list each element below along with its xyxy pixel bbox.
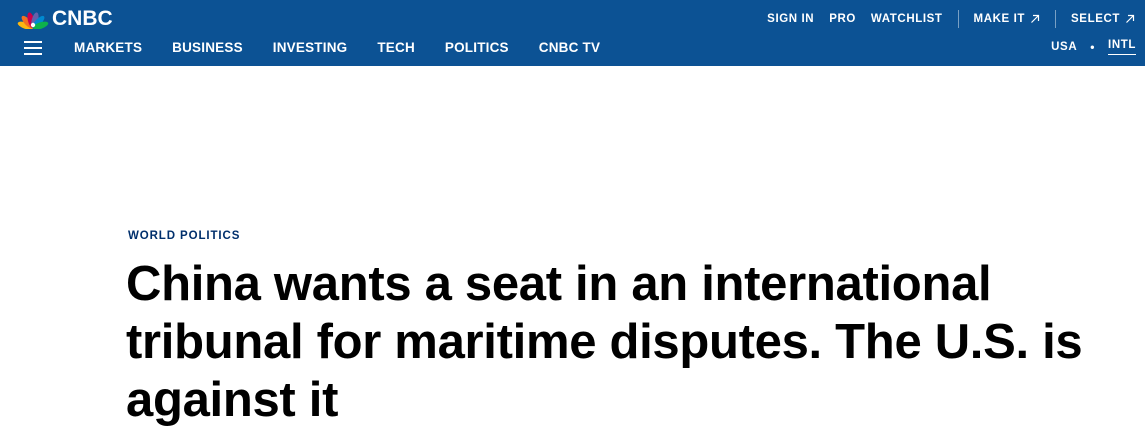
divider xyxy=(1055,10,1057,28)
region-intl[interactable]: INTL xyxy=(1108,39,1136,55)
nav-item-business[interactable]: BUSINESS xyxy=(172,40,243,55)
hamburger-menu-icon[interactable] xyxy=(24,41,42,55)
arrow-up-right-icon xyxy=(1031,14,1040,23)
main-nav: MARKETS BUSINESS INVESTING TECH POLITICS… xyxy=(74,40,630,55)
nav-item-politics[interactable]: POLITICS xyxy=(445,40,509,55)
logo-wordmark: CNBC xyxy=(52,7,113,30)
site-header: CNBC MARKETS BUSINESS INVESTING TECH POL… xyxy=(0,0,1145,66)
region-switcher: USA • INTL xyxy=(1051,39,1136,55)
region-usa[interactable]: USA xyxy=(1051,41,1077,53)
sign-in-link[interactable]: SIGN IN xyxy=(767,13,814,25)
watchlist-link[interactable]: WATCHLIST xyxy=(871,13,943,25)
region-separator: • xyxy=(1090,40,1096,54)
article-kicker[interactable]: WORLD POLITICS xyxy=(128,230,240,242)
nav-item-investing[interactable]: INVESTING xyxy=(273,40,348,55)
article-header: WORLD POLITICS China wants a seat in an … xyxy=(0,66,1145,427)
peacock-logo-icon xyxy=(17,12,49,29)
top-utility-links: SIGN IN PRO WATCHLIST MAKE IT SELECT xyxy=(767,10,1135,28)
make-it-label: MAKE IT xyxy=(973,13,1026,25)
select-link[interactable]: SELECT xyxy=(1071,13,1135,25)
arrow-up-right-icon xyxy=(1126,14,1135,23)
nav-item-markets[interactable]: MARKETS xyxy=(74,40,142,55)
pro-link[interactable]: PRO xyxy=(829,13,856,25)
divider xyxy=(957,10,959,28)
make-it-link[interactable]: MAKE IT xyxy=(974,13,1040,25)
nav-item-cnbc-tv[interactable]: CNBC TV xyxy=(539,40,600,55)
nav-item-tech[interactable]: TECH xyxy=(377,40,415,55)
article-headline: China wants a seat in an international t… xyxy=(126,257,1083,427)
cnbc-logo[interactable]: CNBC xyxy=(16,7,113,30)
select-label: SELECT xyxy=(1071,13,1120,25)
